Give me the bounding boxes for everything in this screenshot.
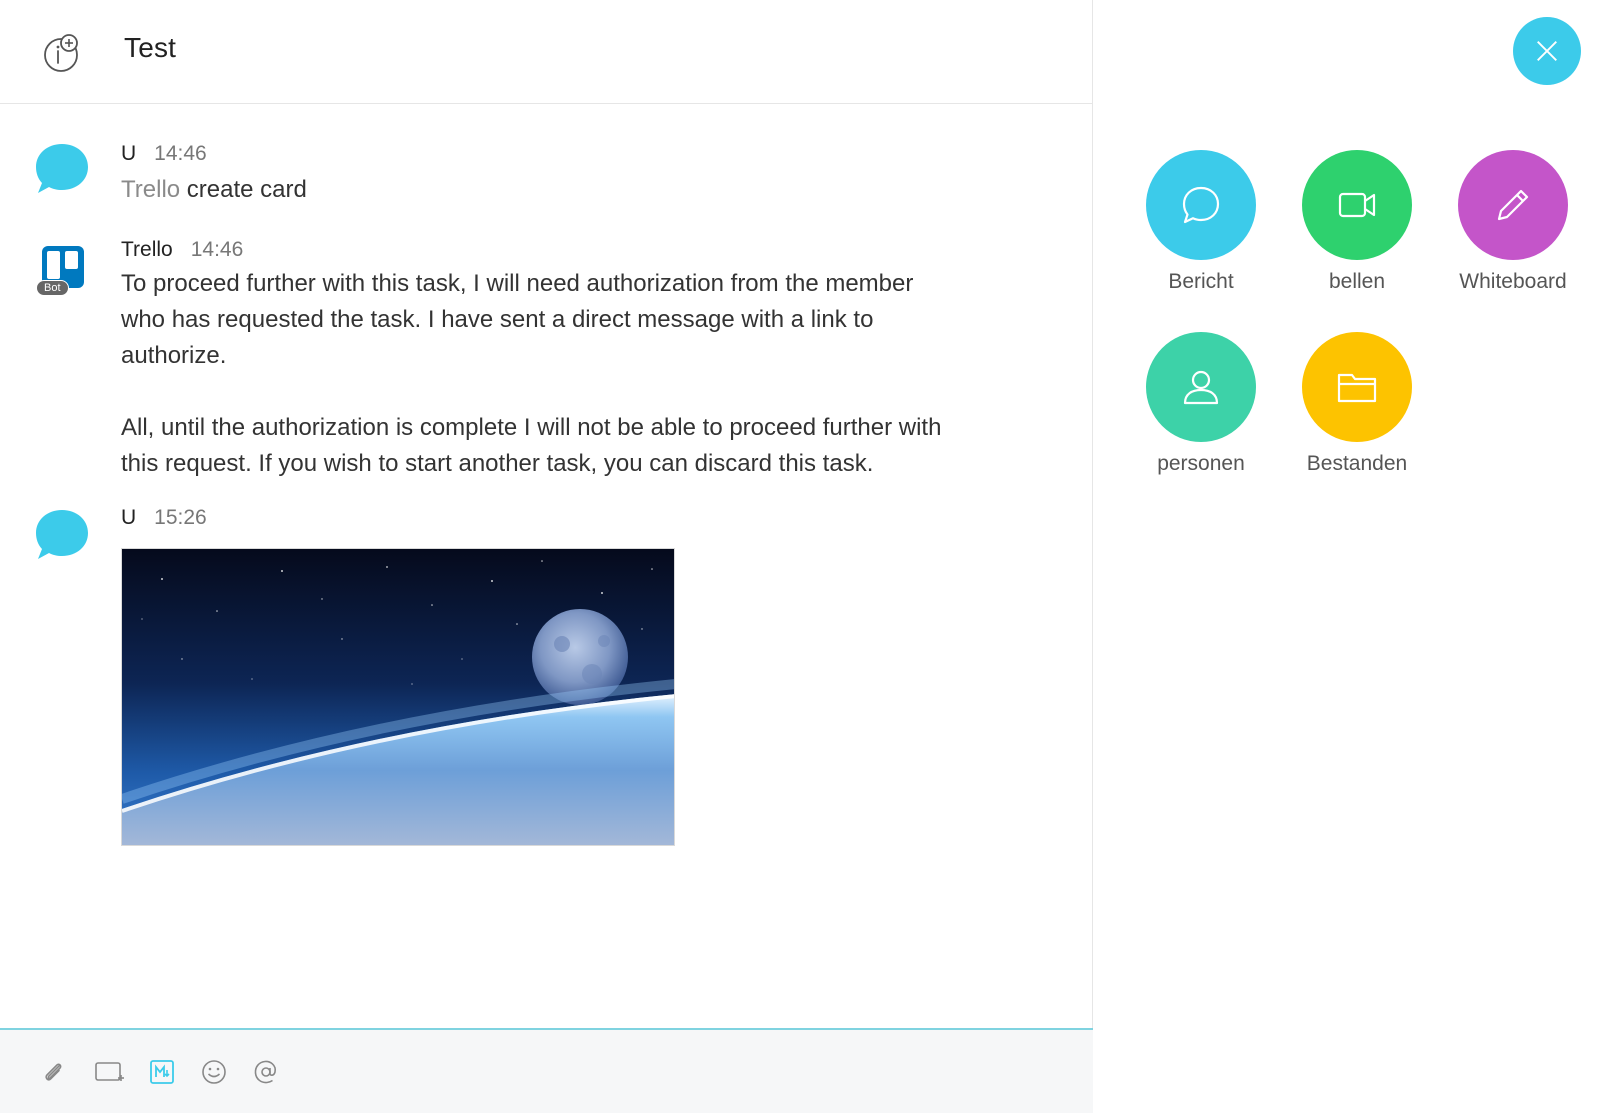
action-label: Bestanden bbox=[1306, 452, 1408, 475]
message-header: Trello 14:46 bbox=[121, 238, 243, 262]
action-label: Whiteboard bbox=[1459, 270, 1567, 293]
bot-mention[interactable]: Trello bbox=[121, 176, 180, 203]
close-button[interactable] bbox=[1513, 17, 1581, 85]
chat-bubble-avatar bbox=[36, 144, 88, 193]
action-panel: Bericht bellen Whiteboard personen Besta… bbox=[1094, 0, 1600, 1113]
action-label: bellen bbox=[1328, 270, 1386, 293]
video-icon bbox=[1338, 192, 1376, 218]
bot-badge: Bot bbox=[36, 280, 69, 296]
space-info-icon[interactable] bbox=[42, 32, 84, 74]
pencil-icon bbox=[1497, 189, 1529, 221]
message-header: U 14:46 bbox=[121, 142, 207, 166]
person-icon bbox=[1183, 370, 1219, 405]
message-sender[interactable]: U bbox=[121, 142, 136, 166]
message-body: create card bbox=[180, 176, 307, 203]
action-call-button[interactable]: bellen bbox=[1282, 150, 1432, 294]
markdown-icon[interactable] bbox=[148, 1058, 176, 1086]
message-list: U 14:46 Trello create card Bot Trello 14… bbox=[0, 104, 1093, 1028]
app-window: Test U 14:46 Trello create card Bot Trel… bbox=[0, 0, 1600, 1113]
action-circle bbox=[1146, 150, 1256, 260]
image-attachment[interactable] bbox=[121, 548, 675, 846]
chat-bubble-avatar bbox=[36, 510, 88, 559]
action-files-button[interactable]: Bestanden bbox=[1282, 332, 1432, 476]
action-circle bbox=[1302, 150, 1412, 260]
message-time: 14:46 bbox=[190, 238, 244, 261]
message-paragraph: To proceed further with this task, I wil… bbox=[121, 270, 914, 369]
composer-toolbar bbox=[0, 1028, 1093, 1113]
action-circle bbox=[1458, 150, 1568, 260]
message-time: 14:46 bbox=[154, 142, 207, 165]
action-whiteboard-button[interactable]: Whiteboard bbox=[1438, 150, 1588, 294]
emoji-icon[interactable] bbox=[200, 1058, 228, 1086]
chat-header: Test bbox=[0, 0, 1093, 104]
action-circle bbox=[1146, 332, 1256, 442]
message-text: To proceed further with this task, I wil… bbox=[121, 266, 961, 482]
message-text: Trello create card bbox=[121, 172, 961, 208]
mention-icon[interactable] bbox=[252, 1058, 280, 1086]
whiteboard-add-icon[interactable] bbox=[92, 1058, 124, 1086]
page-title: Test bbox=[124, 32, 177, 63]
folder-icon bbox=[1337, 373, 1377, 403]
action-circle bbox=[1302, 332, 1412, 442]
message-paragraph: All, until the authorization is complete… bbox=[121, 414, 942, 477]
chat-area: Test U 14:46 Trello create card Bot Trel… bbox=[0, 0, 1093, 1113]
action-message-button[interactable]: Bericht bbox=[1126, 150, 1276, 294]
message-sender[interactable]: U bbox=[121, 506, 136, 530]
action-label: personen bbox=[1157, 452, 1245, 475]
space-earth-moon-image bbox=[122, 549, 674, 845]
trello-bot-avatar: Bot bbox=[34, 244, 90, 300]
attach-icon[interactable] bbox=[40, 1058, 68, 1086]
action-people-button[interactable]: personen bbox=[1126, 332, 1276, 476]
message-sender[interactable]: Trello bbox=[121, 238, 173, 262]
message-time: 15:26 bbox=[154, 506, 207, 529]
close-icon bbox=[1537, 41, 1557, 61]
message-icon bbox=[1182, 186, 1220, 224]
action-label: Bericht bbox=[1168, 270, 1234, 293]
message-header: U 15:26 bbox=[121, 506, 207, 530]
